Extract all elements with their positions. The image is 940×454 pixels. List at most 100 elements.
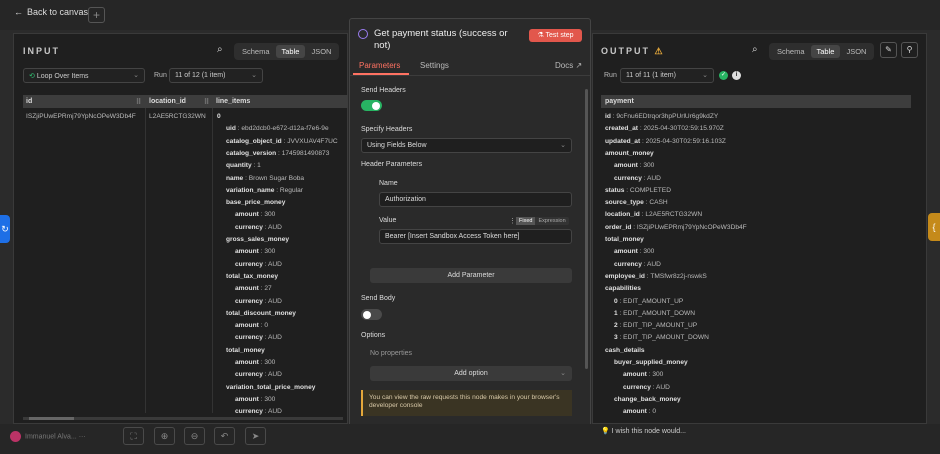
tree-key: amount [235,248,259,256]
tree-key: amount [235,285,259,293]
tree-row: buyer_supplied_money [614,359,688,366]
view-table[interactable]: Table [275,45,306,58]
back-to-canvas-link[interactable]: ← Back to canvas [14,7,88,17]
tree-row: location_id : L2AE5RCTG32WN [605,211,703,219]
tree-key: amount_money [605,149,654,157]
tab-parameters[interactable]: Parameters [359,61,400,70]
input-node-select[interactable]: ⟲ Loop Over Items ⌄ [23,68,145,83]
tree-row: quantity : 1 [226,162,261,170]
view-table[interactable]: Table [810,45,841,58]
input-table-header: id ⠿ location_id ⠿ line_items [23,95,348,108]
send-headers-label: Send Headers [361,87,406,94]
bottom-bar: Immanuel Alva... ··· ⛶ ⊕ ⊖ ↶ ➤ 💡 I wish … [0,424,940,454]
tree-key: total_discount_money [226,309,296,317]
vertical-scrollbar[interactable] [585,89,588,369]
drag-handle-icon[interactable]: ⠿ [136,98,141,106]
zoom-in-icon[interactable]: ⊕ [154,427,175,445]
tree-value: AUD [268,260,282,268]
run-label: Run [604,72,617,79]
view-json[interactable]: JSON [305,45,337,58]
node-settings-panel: Get payment status (success or not) ⚗ Te… [349,18,591,436]
tree-value: L2AE5RCTG32WN [645,211,703,219]
zoom-out-icon[interactable]: ⊖ [184,427,205,445]
drag-handle-icon[interactable]: ⠿ [204,98,209,106]
add-node-button[interactable]: + [88,7,105,23]
tree-key: catalog_version [226,149,277,157]
tree-value: EDIT_TIP_AMOUNT_DOWN [623,334,709,342]
chevron-down-icon: ⌄ [702,72,708,79]
col-id[interactable]: id [26,98,32,105]
tree-key: total_money [226,346,265,354]
tree-key: updated_at [605,137,641,145]
tree-row: status : COMPLETED [605,186,671,194]
tree-value: Regular [279,186,303,194]
tree-row: amount : 300 [614,162,655,170]
tab-settings[interactable]: Settings [420,61,449,70]
tree-row: employee_id : TMSfwr8z2j-nswkS [605,272,707,280]
tree-key: status [605,186,625,194]
tree-key: amount [235,395,259,403]
tree-row: amount : 0 [235,322,268,330]
add-parameter-button[interactable]: Add Parameter [370,268,572,283]
specify-headers-label: Specify Headers [361,126,413,133]
feedback-link[interactable]: 💡 I wish this node would... [601,427,686,435]
input-run-select[interactable]: 11 of 12 (1 item) ⌄ [169,68,263,83]
expression-option[interactable]: Expression [535,217,568,225]
tree-key: created_at [605,125,638,133]
input-panel: INPUT ⌕ Schema Table JSON ⟲ Loop Over It… [13,33,348,424]
tree-value: AUD [268,334,282,342]
fit-view-icon[interactable]: ⛶ [123,427,144,445]
search-icon[interactable]: ⌕ [752,44,758,55]
col-location-id[interactable]: location_id [149,98,186,105]
view-schema[interactable]: Schema [771,45,811,58]
tree-key: location_id [605,211,640,219]
search-icon[interactable]: ⌕ [217,44,223,55]
tree-key: currency [623,383,651,391]
horizontal-scrollbar[interactable] [23,417,343,420]
refresh-icon[interactable]: ↻ [0,215,10,243]
tree-key: amount [623,408,647,416]
output-run-select[interactable]: 11 of 11 (1 item) ⌄ [620,68,714,83]
cell-location-id: L2AE5RCTG32WN [149,113,206,120]
tree-row: currency : AUD [235,297,282,305]
user-menu[interactable]: Immanuel Alva... ··· [10,431,86,442]
tree-value: AUD [268,297,282,305]
tree-row: gross_sales_money [226,236,289,243]
view-schema[interactable]: Schema [236,45,276,58]
chevron-down-icon: ⌄ [560,142,566,149]
add-option-select[interactable]: Add option ⌄ [370,366,572,381]
cursor-icon[interactable]: ➤ [245,427,266,445]
view-json[interactable]: JSON [840,45,872,58]
tree-value: 1745981490873 [281,149,330,157]
col-line-items[interactable]: line_items [216,98,250,105]
tree-value: JVVXUAV4F7UC [287,137,338,145]
docs-link[interactable]: Docs ↗ [555,61,582,70]
external-link-icon: ↗ [575,61,583,70]
tree-key: currency [235,297,263,305]
header-value-input[interactable]: Bearer [Insert Sandbox Access Token here… [379,229,572,244]
node-title[interactable]: Get payment status (success or not) [374,28,524,52]
brace-icon[interactable]: { [928,213,940,241]
fixed-option[interactable]: Fixed [516,217,536,225]
tree-row: capabilities [605,285,641,292]
tree-row: currency : AUD [614,174,661,182]
edit-output-button[interactable]: ✎ [880,42,897,58]
header-name-input[interactable]: Authorization [379,192,572,207]
pin-data-button[interactable]: ⚲ [901,42,918,58]
send-body-toggle[interactable] [361,309,382,320]
tree-row: total_tax_money [226,273,278,280]
tree-row: 2 : EDIT_TIP_AMOUNT_UP [614,322,698,330]
send-headers-toggle[interactable] [361,100,382,111]
tree-value: CASH [649,199,668,207]
tree-key: variation_name [226,186,275,194]
tree-key: currency [235,334,263,342]
test-step-button[interactable]: ⚗ Test step [529,29,582,42]
info-icon[interactable]: i [732,71,741,80]
tree-row: cash_details [605,347,645,354]
tree-value: AUD [268,371,282,379]
specify-headers-select[interactable]: Using Fields Below ⌄ [361,138,572,153]
col-payment[interactable]: payment [605,98,634,105]
undo-icon[interactable]: ↶ [214,427,235,445]
tree-key: amount [623,371,647,379]
more-options-icon[interactable]: ⋮ [509,217,516,225]
